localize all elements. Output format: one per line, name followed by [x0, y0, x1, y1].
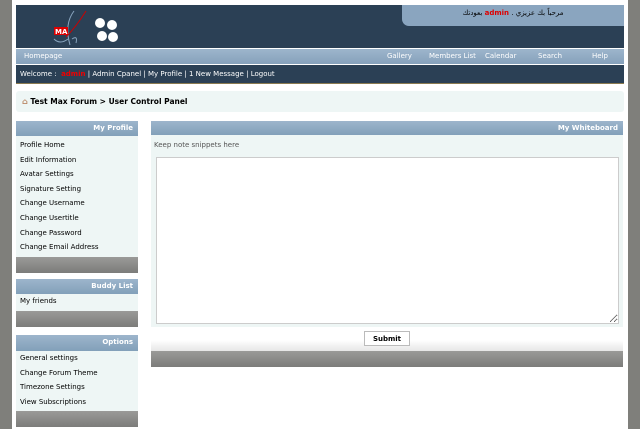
submit-button[interactable]: Submit	[364, 331, 410, 346]
whiteboard-hint: Keep note snippets here	[154, 141, 240, 149]
my-profile-link[interactable]: My Profile	[148, 70, 182, 78]
panel-title: Buddy List	[16, 279, 138, 294]
panel-title: My Profile	[16, 121, 138, 136]
nav-search[interactable]: Search	[538, 49, 562, 64]
sidebar-item-change-password[interactable]: Change Password	[16, 226, 138, 241]
forum-logo: MA	[53, 10, 118, 46]
sidebar-item-signature-setting[interactable]: Signature Setting	[16, 182, 138, 197]
sidebar-item-change-username[interactable]: Change Username	[16, 196, 138, 211]
logout-link[interactable]: Logout	[251, 70, 275, 78]
my-profile-panel: My Profile Profile Home Edit Information…	[16, 121, 138, 273]
welcome-label: Welcome :	[20, 70, 57, 78]
nav-members-list[interactable]: Members List	[429, 49, 476, 64]
breadcrumb-forum[interactable]: Test Max Forum	[30, 97, 97, 106]
panel-footer	[16, 411, 138, 428]
panel-title: Options	[16, 335, 138, 351]
whiteboard-footer	[151, 351, 623, 367]
sidebar-item-general-settings[interactable]: General settings	[16, 351, 138, 366]
options-panel: Options General settings Change Forum Th…	[16, 335, 138, 428]
whiteboard-textarea[interactable]	[156, 157, 619, 324]
panel-footer	[16, 256, 138, 273]
arabic-welcome: مرحباً بك عزيزي . admin بعودتك	[402, 5, 624, 26]
username-link[interactable]: admin	[61, 70, 85, 78]
sidebar-item-profile-home[interactable]: Profile Home	[16, 138, 138, 153]
buddy-list-panel: Buddy List My friends	[16, 279, 138, 327]
sidebar-item-view-subscriptions[interactable]: View Subscriptions	[16, 395, 138, 410]
breadcrumb-separator: >	[99, 97, 106, 106]
separator: |	[87, 70, 91, 78]
sidebar-item-edit-information[interactable]: Edit Information	[16, 153, 138, 168]
sidebar-item-my-friends[interactable]: My friends	[16, 294, 138, 309]
whiteboard-panel: My Whiteboard Keep note snippets here	[151, 121, 623, 327]
separator: |	[143, 70, 146, 78]
home-icon: ⌂	[22, 97, 28, 106]
nav-bar: Homepage Gallery Members List Calendar S…	[16, 49, 624, 64]
whiteboard-title: My Whiteboard	[151, 121, 623, 135]
header: MA مرحباً بك عزيزي . admin بعودتك	[16, 5, 624, 48]
nav-gallery[interactable]: Gallery	[387, 49, 412, 64]
user-bar: Welcome : admin | Admin Cpanel | My Prof…	[16, 65, 624, 84]
nav-homepage[interactable]: Homepage	[24, 49, 62, 64]
sidebar-item-change-email[interactable]: Change Email Address	[16, 240, 138, 255]
nav-calendar[interactable]: Calendar	[485, 49, 516, 64]
sidebar-item-avatar-settings[interactable]: Avatar Settings	[16, 167, 138, 182]
sidebar-item-change-usertitle[interactable]: Change Usertitle	[16, 211, 138, 226]
separator: |	[184, 70, 187, 78]
panel-footer	[16, 310, 138, 327]
nav-help[interactable]: Help	[592, 49, 608, 64]
separator: |	[246, 70, 249, 78]
sidebar-item-timezone-settings[interactable]: Timezone Settings	[16, 380, 138, 395]
admin-cpanel-link[interactable]: Admin Cpanel	[92, 70, 141, 78]
breadcrumb-page: User Control Panel	[108, 97, 188, 106]
breadcrumb: ⌂ Test Max Forum > User Control Panel	[16, 91, 624, 112]
new-message-link[interactable]: 1 New Message	[189, 70, 244, 78]
svg-text:MA: MA	[55, 28, 68, 36]
sidebar-item-change-forum-theme[interactable]: Change Forum Theme	[16, 366, 138, 381]
